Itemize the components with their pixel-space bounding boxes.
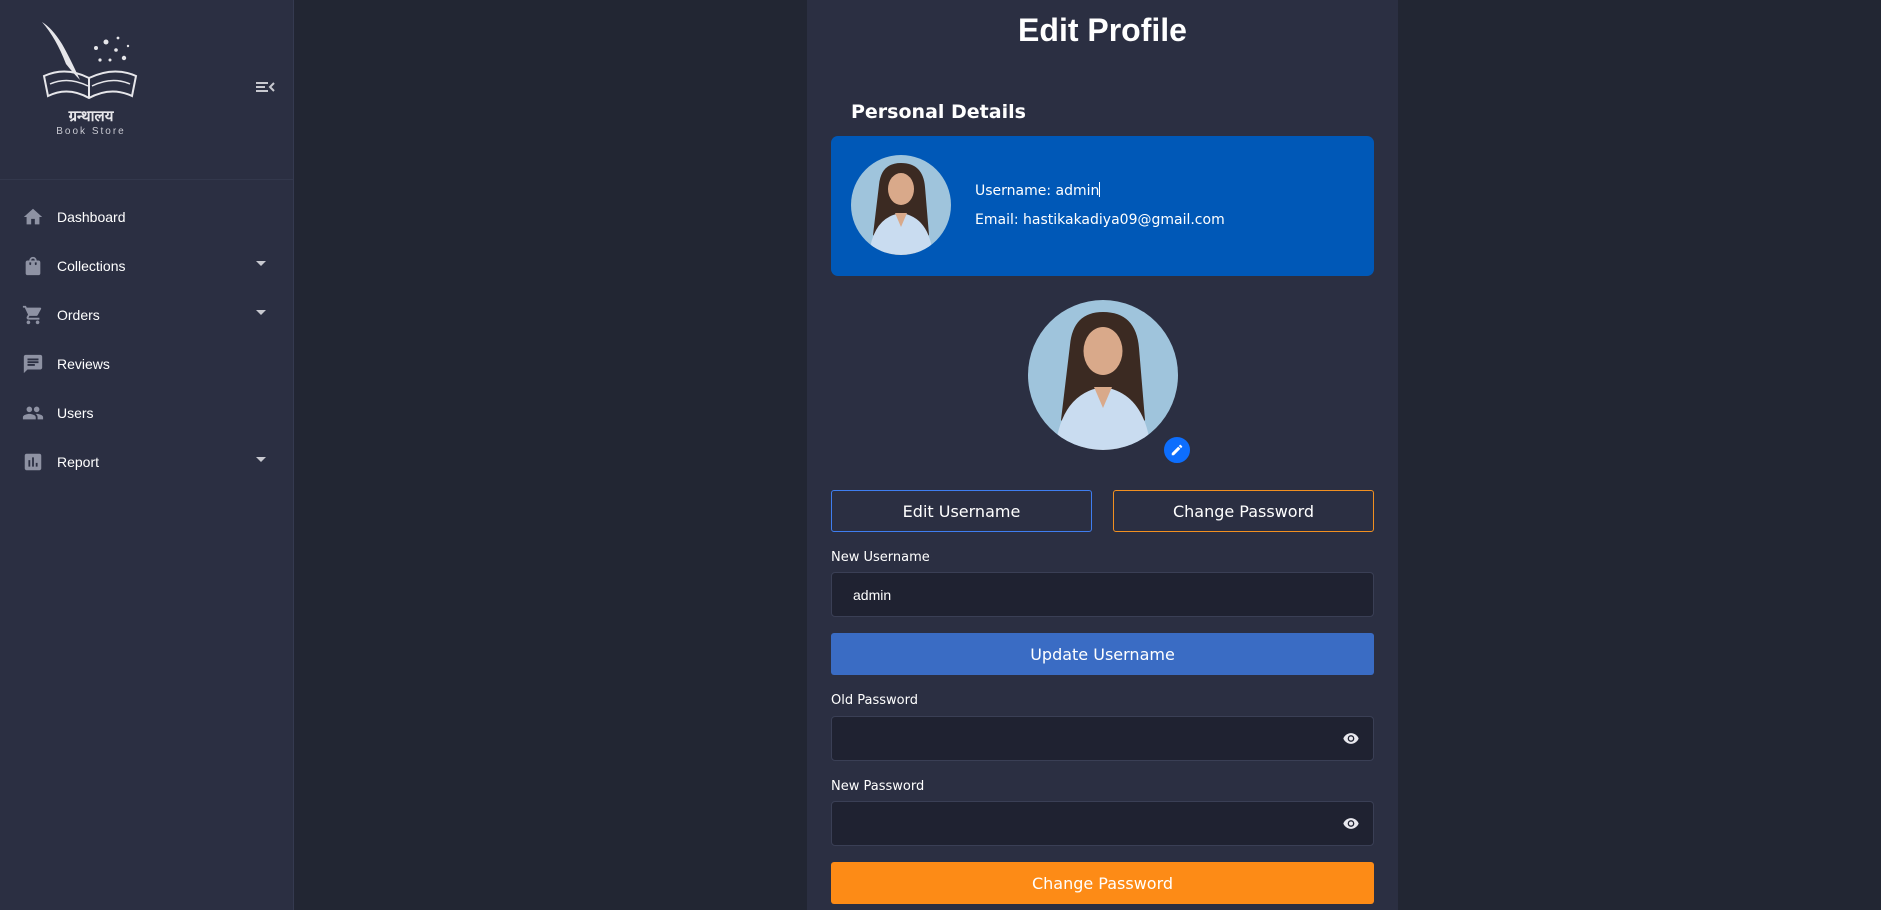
edit-username-tab[interactable]: Edit Username xyxy=(831,490,1092,532)
section-title: Personal Details xyxy=(851,101,1026,123)
collapse-sidebar-button[interactable] xyxy=(254,78,276,96)
sidebar-nav: Dashboard Collections Orders Reviews Use… xyxy=(0,180,293,486)
sidebar-item-reviews[interactable]: Reviews xyxy=(0,339,293,388)
new-password-field[interactable] xyxy=(831,801,1374,846)
sidebar-item-users[interactable]: Users xyxy=(0,388,293,437)
users-icon xyxy=(22,406,44,419)
bag-icon xyxy=(25,256,41,275)
chevron-down-icon xyxy=(256,457,266,462)
logo-area: ग्रन्थालय Book Store xyxy=(0,0,293,180)
sidebar-item-label: Reviews xyxy=(57,355,110,372)
avatar xyxy=(851,155,951,255)
old-password-label: Old Password xyxy=(831,693,918,708)
username-info-text: Username: admin xyxy=(975,183,1100,199)
chart-icon xyxy=(24,453,42,470)
sidebar-item-label: Collections xyxy=(57,257,126,274)
sidebar-item-report[interactable]: Report xyxy=(0,437,293,486)
update-username-button[interactable]: Update Username xyxy=(831,633,1374,675)
menu-collapse-icon xyxy=(256,82,275,92)
sidebar-item-label: Dashboard xyxy=(57,208,126,225)
new-password-label: New Password xyxy=(831,779,925,794)
change-password-tab[interactable]: Change Password xyxy=(1113,490,1374,532)
sidebar-item-label: Report xyxy=(57,453,100,470)
new-username-value: admin xyxy=(853,586,892,603)
pencil-icon xyxy=(1171,444,1183,456)
sidebar-item-collections[interactable]: Collections xyxy=(0,241,293,290)
sidebar: ग्रन्थालय Book Store Dashboard Collectio… xyxy=(0,0,294,910)
store-logo: ग्रन्थालय Book Store xyxy=(36,18,146,140)
sidebar-item-label: Orders xyxy=(57,306,100,323)
profile-info-card: Username: admin Email: hastikakadiya09@g… xyxy=(831,136,1374,276)
chevron-down-icon xyxy=(256,310,266,315)
username-info: Username: admin xyxy=(975,182,1101,199)
new-username-field[interactable]: admin xyxy=(831,572,1374,617)
book-quill-icon xyxy=(42,22,138,100)
edit-profile-panel: Edit Profile Personal Details Username: … xyxy=(807,0,1398,910)
old-password-field[interactable] xyxy=(831,716,1374,761)
text-cursor xyxy=(1099,182,1101,197)
cart-icon xyxy=(22,305,42,324)
new-username-label: New Username xyxy=(831,550,930,565)
profile-photo xyxy=(1028,300,1178,450)
comment-icon xyxy=(23,354,43,373)
avatar-photo xyxy=(851,155,951,255)
logo-subtitle: Book Store xyxy=(56,126,126,137)
sidebar-item-dashboard[interactable]: Dashboard xyxy=(0,192,293,241)
page-title: Edit Profile xyxy=(1018,12,1187,48)
home-icon xyxy=(23,208,43,224)
avatar-photo xyxy=(1028,300,1178,450)
logo-title: ग्रन्थालय xyxy=(68,107,114,125)
edit-photo-button[interactable] xyxy=(1162,435,1192,465)
sidebar-item-orders[interactable]: Orders xyxy=(0,290,293,339)
eye-icon[interactable] xyxy=(1343,732,1359,745)
sidebar-item-label: Users xyxy=(57,404,94,421)
email-info: Email: hastikakadiya09@gmail.com xyxy=(975,212,1225,228)
eye-icon[interactable] xyxy=(1343,817,1359,830)
change-password-button[interactable]: Change Password xyxy=(831,862,1374,904)
chevron-down-icon xyxy=(256,261,266,266)
